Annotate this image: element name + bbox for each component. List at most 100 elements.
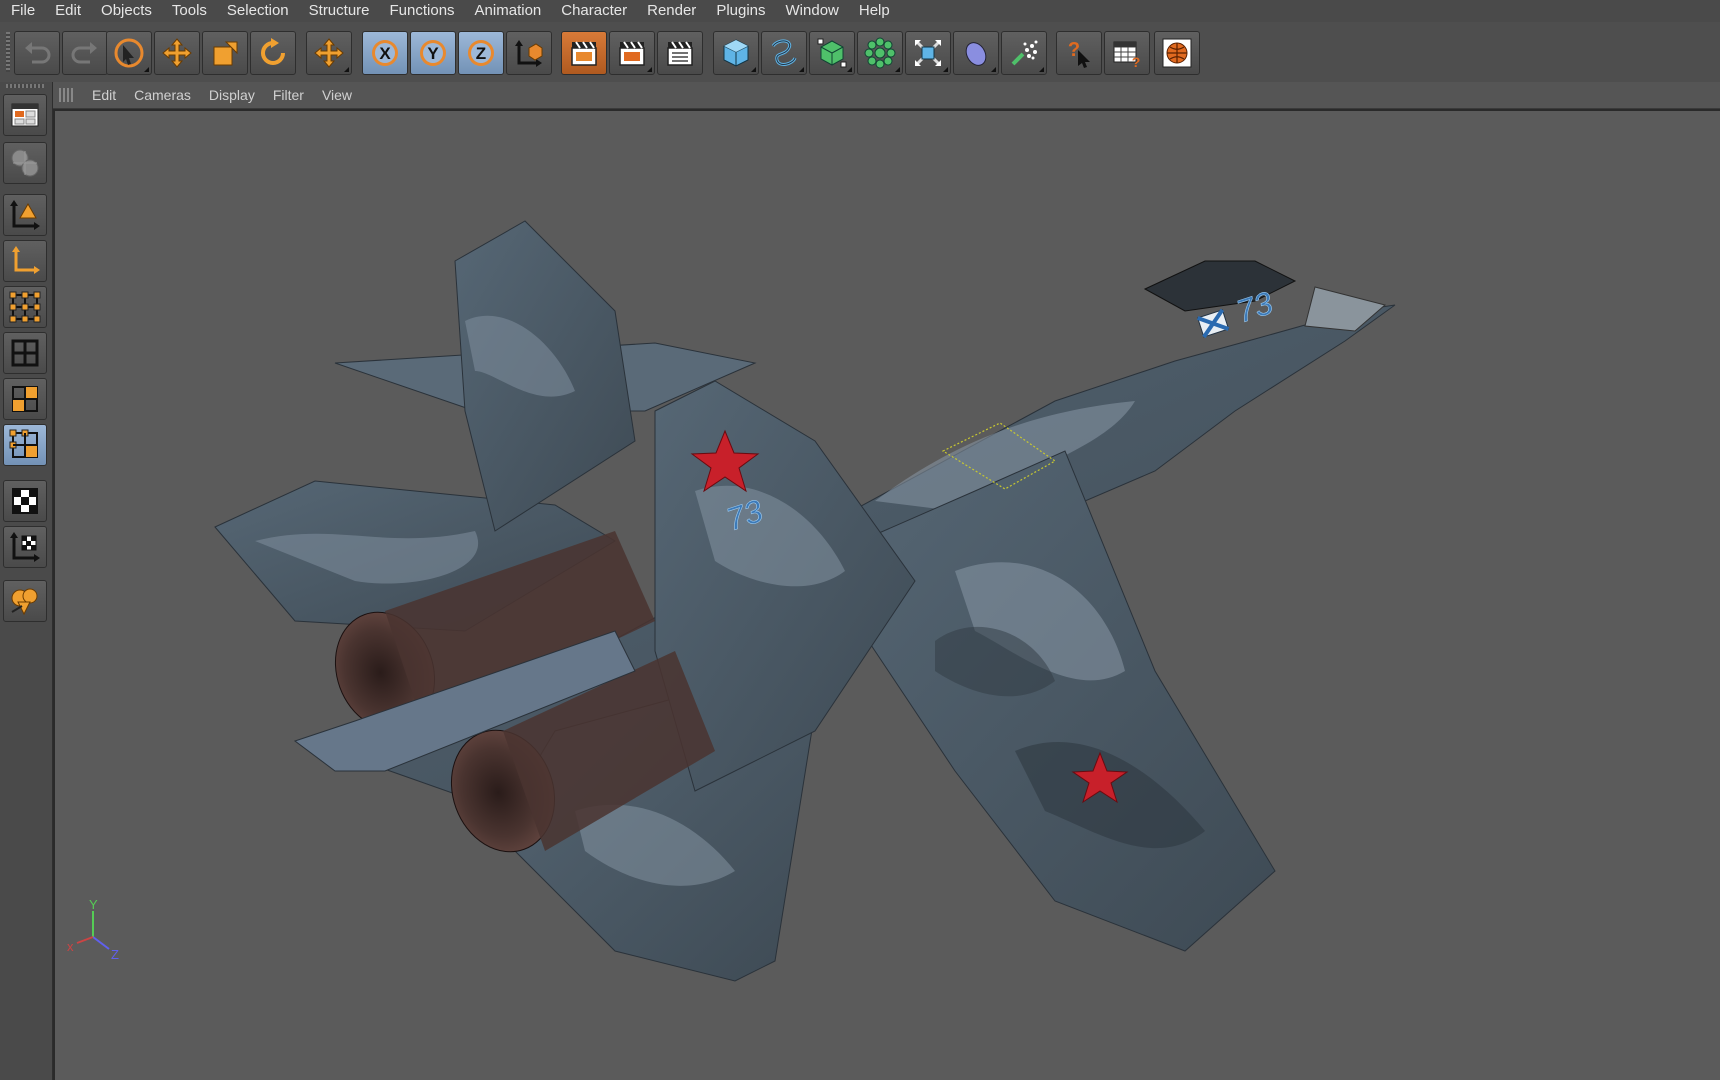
help-group: ? ? bbox=[1056, 31, 1200, 77]
last-tool-button[interactable] bbox=[306, 31, 352, 75]
scale-icon bbox=[213, 41, 238, 66]
menu-character[interactable]: Character bbox=[550, 0, 636, 22]
layout-button[interactable]: ? bbox=[1104, 31, 1150, 75]
move-button[interactable] bbox=[154, 31, 200, 75]
object-axis-mode-button[interactable] bbox=[3, 240, 47, 282]
add-spline-button[interactable] bbox=[761, 31, 807, 75]
render-view-button[interactable] bbox=[561, 31, 607, 75]
axis-x-label: x bbox=[67, 939, 74, 954]
rotate-button[interactable] bbox=[250, 31, 296, 75]
polygon-select-icon bbox=[9, 429, 38, 458]
edges-icon bbox=[11, 339, 39, 367]
add-particle-button[interactable] bbox=[1001, 31, 1047, 75]
viewport-grip[interactable] bbox=[59, 88, 73, 102]
web-icon bbox=[1162, 38, 1192, 68]
viewport-menu-display[interactable]: Display bbox=[200, 87, 264, 103]
menu-structure[interactable]: Structure bbox=[298, 0, 379, 22]
viewport-layout-button[interactable] bbox=[3, 94, 47, 136]
layout-icon: ? bbox=[1113, 41, 1141, 70]
y-axis-lock-button[interactable]: Y bbox=[410, 31, 456, 75]
menu-plugins[interactable]: Plugins bbox=[705, 0, 774, 22]
array-icon bbox=[864, 37, 896, 69]
workplane-mode-button[interactable] bbox=[3, 526, 47, 568]
axis-gizmo: Y Z x bbox=[67, 897, 119, 962]
y-axis-icon: Y bbox=[420, 40, 446, 66]
live-selection-button[interactable] bbox=[106, 31, 152, 75]
3d-viewport[interactable]: 73 73 Y Z x bbox=[53, 109, 1720, 1080]
edges-mode-button[interactable] bbox=[3, 332, 47, 374]
rotate-icon bbox=[261, 38, 285, 65]
toolbar-grip[interactable] bbox=[6, 32, 10, 72]
cube-icon bbox=[723, 39, 749, 67]
main-toolbar: X Y Z ? ? bbox=[0, 22, 1720, 83]
menu-tools[interactable]: Tools bbox=[161, 0, 216, 22]
menu-selection[interactable]: Selection bbox=[216, 0, 298, 22]
last-tool-icon bbox=[314, 38, 344, 68]
texture-mode-button[interactable] bbox=[3, 142, 47, 184]
axis-y-label: Y bbox=[89, 897, 98, 912]
particle-icon bbox=[1011, 40, 1038, 66]
menu-animation[interactable]: Animation bbox=[464, 0, 551, 22]
menu-help[interactable]: Help bbox=[848, 0, 899, 22]
create-objects-group bbox=[713, 31, 1047, 77]
help-button[interactable]: ? bbox=[1056, 31, 1102, 75]
world-coordinate-icon bbox=[515, 40, 543, 67]
nose-cone bbox=[1304, 286, 1387, 332]
points-icon bbox=[9, 291, 41, 323]
menu-window[interactable]: Window bbox=[775, 0, 848, 22]
spline-icon bbox=[771, 39, 797, 66]
axis-lock-group: X Y Z bbox=[362, 31, 552, 77]
texture-mode-toggle-button[interactable] bbox=[3, 480, 47, 522]
menu-render[interactable]: Render bbox=[636, 0, 705, 22]
add-cube-button[interactable] bbox=[713, 31, 759, 75]
add-deformer-button[interactable] bbox=[905, 31, 951, 75]
polygons-mode-button[interactable] bbox=[3, 378, 47, 420]
undo-button[interactable] bbox=[14, 31, 60, 75]
axis-z-label: Z bbox=[111, 947, 119, 962]
render-settings-icon bbox=[667, 41, 693, 66]
viewport-menu-cameras[interactable]: Cameras bbox=[125, 87, 200, 103]
redo-button[interactable] bbox=[62, 31, 108, 75]
x-axis-icon: X bbox=[372, 40, 398, 66]
z-axis-lock-button[interactable]: Z bbox=[458, 31, 504, 75]
viewport-menu-edit[interactable]: Edit bbox=[83, 87, 125, 103]
menu-functions[interactable]: Functions bbox=[379, 0, 464, 22]
viewport-menu-view[interactable]: View bbox=[313, 87, 361, 103]
scale-button[interactable] bbox=[202, 31, 248, 75]
svg-text:Z: Z bbox=[476, 44, 486, 63]
coordinate-system-button[interactable] bbox=[506, 31, 552, 75]
viewport-menubar: Edit Cameras Display Filter View bbox=[53, 82, 1720, 109]
render-settings-button[interactable] bbox=[657, 31, 703, 75]
aircraft-model: 73 73 Y Z x bbox=[67, 220, 1396, 982]
model-icon bbox=[10, 200, 40, 230]
menu-edit[interactable]: Edit bbox=[44, 0, 90, 22]
snap-mode-button[interactable] bbox=[3, 580, 47, 622]
x-axis-lock-button[interactable]: X bbox=[362, 31, 408, 75]
web-button[interactable] bbox=[1154, 31, 1200, 75]
scene-icon bbox=[965, 42, 987, 66]
help-icon: ? bbox=[1068, 39, 1090, 68]
redo-icon bbox=[71, 42, 97, 64]
texture-icon bbox=[11, 149, 39, 177]
polygon-select-mode-button[interactable] bbox=[3, 424, 47, 466]
svg-text:?: ? bbox=[1132, 54, 1141, 70]
add-nurbs-button[interactable] bbox=[809, 31, 855, 75]
viewport-menu-filter[interactable]: Filter bbox=[264, 87, 313, 103]
render-picture-viewer-button[interactable] bbox=[609, 31, 655, 75]
mode-sidebar bbox=[0, 82, 53, 1080]
object-axis-icon bbox=[12, 246, 40, 274]
history-group bbox=[14, 31, 108, 77]
add-scene-button[interactable] bbox=[953, 31, 999, 75]
menu-file[interactable]: File bbox=[0, 0, 44, 22]
nurbs-icon bbox=[817, 38, 847, 68]
svg-text:Y: Y bbox=[427, 44, 439, 63]
render-view-icon bbox=[571, 41, 597, 66]
sidebar-grip[interactable] bbox=[6, 84, 44, 88]
menu-objects[interactable]: Objects bbox=[90, 0, 161, 22]
points-mode-button[interactable] bbox=[3, 286, 47, 328]
workplane-icon bbox=[10, 532, 40, 562]
texture-mode-icon bbox=[12, 488, 38, 514]
undo-icon bbox=[25, 42, 51, 64]
add-array-button[interactable] bbox=[857, 31, 903, 75]
model-mode-button[interactable] bbox=[3, 194, 47, 236]
